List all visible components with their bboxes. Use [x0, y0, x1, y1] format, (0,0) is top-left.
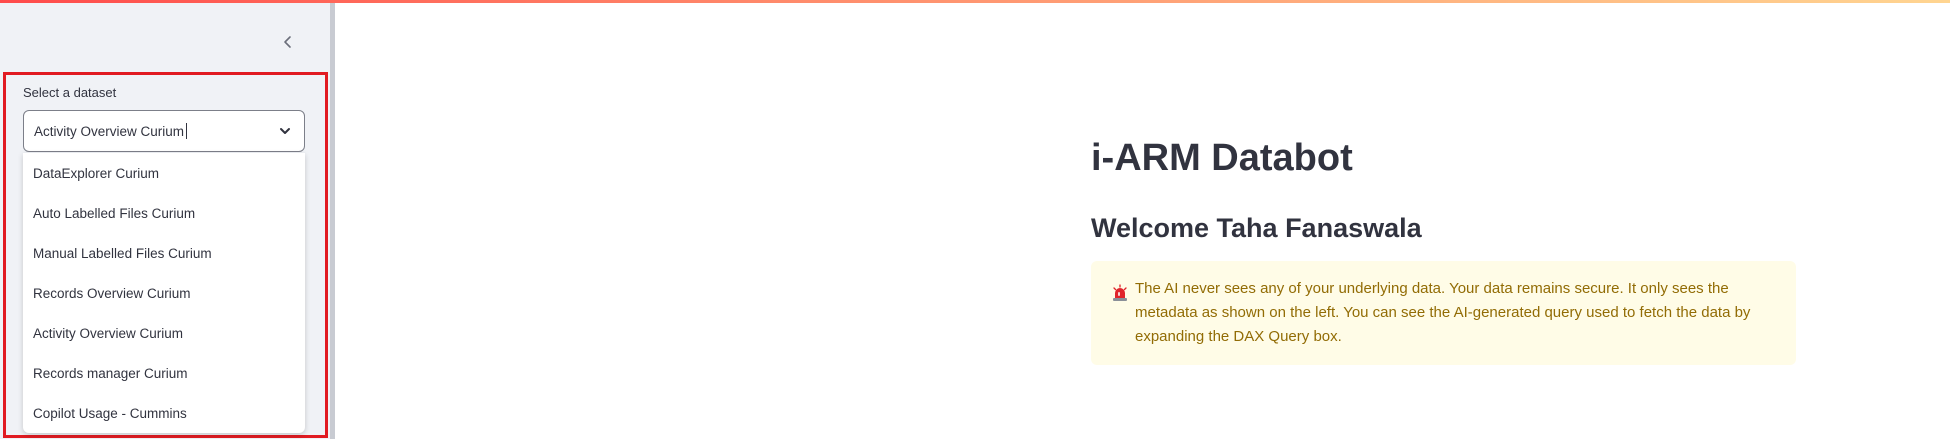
- sidebar-resize-handle[interactable]: [330, 3, 335, 439]
- info-alert: The AI never sees any of your underlying…: [1091, 261, 1796, 365]
- dataset-select[interactable]: Activity Overview Curium: [23, 110, 305, 152]
- text-cursor: [186, 123, 188, 139]
- dataset-select-value: Activity Overview Curium: [34, 123, 185, 139]
- welcome-heading: Welcome Taha Fanaswala: [1091, 213, 1422, 243]
- dropdown-option[interactable]: Activity Overview Curium: [23, 313, 305, 353]
- dropdown-option[interactable]: DataExplorer Curium: [23, 153, 305, 193]
- info-alert-text: The AI never sees any of your underlying…: [1135, 280, 1751, 345]
- dataset-dropdown-list: DataExplorer Curium Auto Labelled Files …: [23, 153, 305, 433]
- dropdown-option[interactable]: Records Overview Curium: [23, 273, 305, 313]
- dropdown-option[interactable]: Records manager Curium: [23, 353, 305, 393]
- dropdown-option[interactable]: Manual Labelled Files Curium: [23, 233, 305, 273]
- dataset-select-label: Select a dataset: [23, 85, 117, 100]
- chevron-left-icon: [284, 36, 291, 48]
- dropdown-option[interactable]: Copilot Usage - Cummins: [23, 393, 305, 433]
- page-title: i-ARM Databot: [1091, 137, 1353, 179]
- chevron-down-icon[interactable]: [278, 124, 292, 138]
- siren-icon: [1113, 284, 1127, 301]
- collapse-sidebar-button[interactable]: [276, 30, 300, 54]
- dropdown-option[interactable]: Auto Labelled Files Curium: [23, 193, 305, 233]
